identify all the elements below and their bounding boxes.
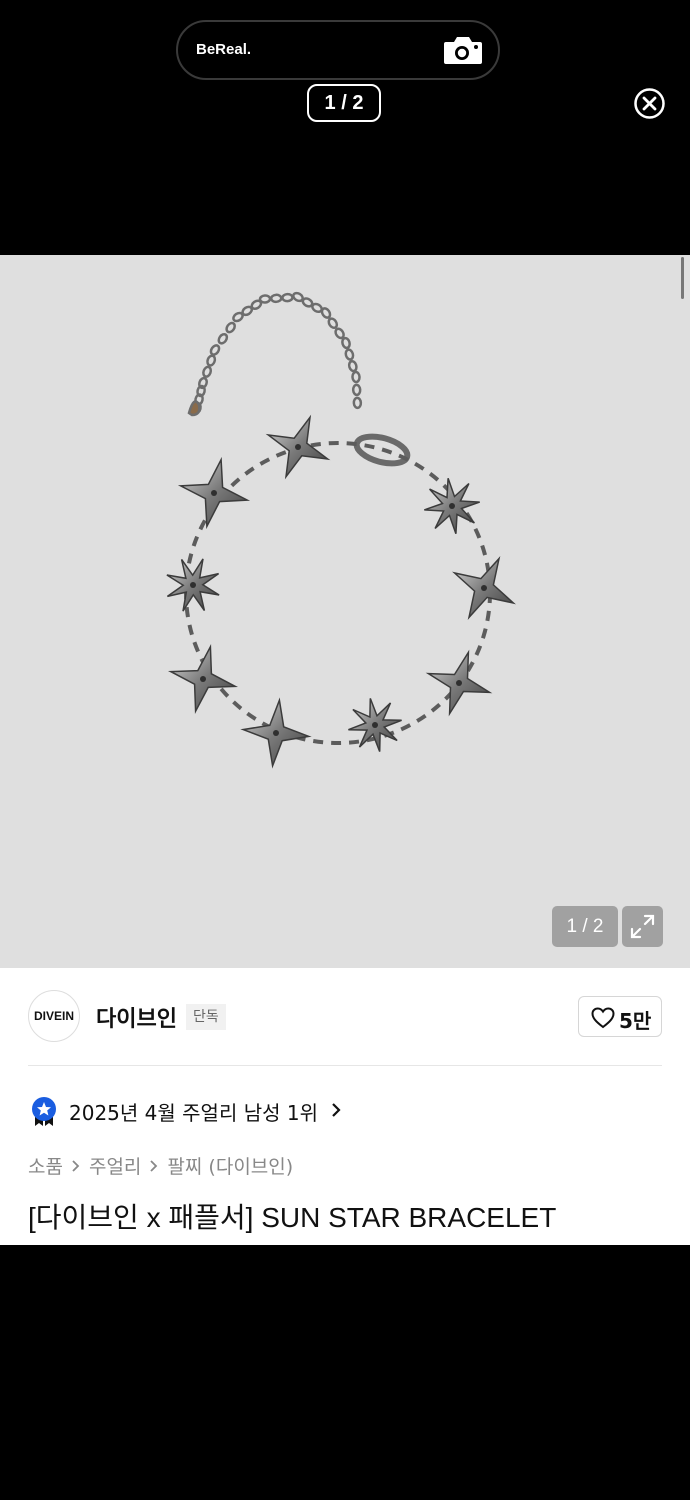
chain-link <box>347 359 358 373</box>
image-counter: 1 / 2 <box>552 906 618 947</box>
chain-link <box>344 348 355 361</box>
chain-link <box>341 336 351 350</box>
breadcrumb: 소품 주얼리 팔찌 (다이브인) <box>28 1152 293 1178</box>
chain-link <box>352 396 363 410</box>
chain-link <box>225 321 236 334</box>
camera-icon[interactable] <box>442 34 484 66</box>
close-icon[interactable] <box>633 87 666 120</box>
chain-link <box>281 292 294 303</box>
chain-link <box>206 354 217 367</box>
chevron-right-icon <box>150 1159 158 1172</box>
chain-link <box>320 307 332 319</box>
expand-button[interactable] <box>622 906 663 947</box>
chain-link <box>202 365 213 378</box>
star-center <box>372 722 378 728</box>
like-button[interactable]: 5만 <box>578 996 662 1037</box>
star-center <box>295 444 301 450</box>
star-center <box>211 490 217 496</box>
bereal-bar[interactable]: BeReal. <box>176 20 500 80</box>
chain-link <box>351 383 362 397</box>
star-center <box>190 582 196 588</box>
star-center <box>273 730 279 736</box>
star-center <box>456 680 462 686</box>
page-indicator: 1 / 2 <box>307 84 381 122</box>
ranking-text: 2025년 4월 주얼리 남성 1위 <box>69 1101 318 1125</box>
chain-link <box>209 344 221 356</box>
scroll-indicator <box>681 257 684 299</box>
brand-name[interactable]: 다이브인 <box>96 1001 177 1033</box>
bereal-logo: BeReal. <box>196 41 252 58</box>
ranking-badge-icon <box>32 1097 56 1126</box>
breadcrumb-item-category[interactable]: 소품 <box>28 1156 63 1178</box>
chain-link <box>327 317 339 330</box>
brand-logo[interactable]: DIVEIN <box>28 990 80 1042</box>
expand-icon <box>630 914 655 939</box>
star-center <box>200 676 206 682</box>
chain-link <box>351 370 361 384</box>
star-center <box>481 585 487 591</box>
chain-link <box>269 293 283 304</box>
exclusive-badge: 단독 <box>186 1004 226 1030</box>
breadcrumb-item-current[interactable]: 팔찌 (다이브인) <box>167 1156 293 1178</box>
chain-link <box>198 376 208 390</box>
chain-link <box>217 332 229 345</box>
heart-icon <box>591 1007 615 1029</box>
product-image[interactable]: 1 / 2 <box>0 255 690 968</box>
brand-row[interactable]: DIVEIN 다이브인 단독 5만 <box>0 968 690 1066</box>
bracelet-image <box>166 291 516 769</box>
chain-link <box>258 294 272 304</box>
bracelet-links <box>184 441 492 745</box>
breadcrumb-item-subcategory[interactable]: 주얼리 <box>89 1156 141 1178</box>
ranking-link[interactable]: 2025년 4월 주얼리 남성 1위 <box>28 1095 388 1127</box>
chain-drop <box>187 400 201 417</box>
product-title: [다이브인 x 패플서] SUN STAR BRACELET <box>28 1202 557 1233</box>
star-center <box>449 503 455 509</box>
chevron-right-icon <box>72 1159 80 1172</box>
like-count: 5만 <box>619 1009 652 1033</box>
product-screen: 1 / 2 DIVEIN 다이브인 단독 5만 2025년 4월 주얼리 남성 … <box>0 255 690 1245</box>
chevron-right-icon <box>332 1103 341 1117</box>
divider <box>28 1065 662 1066</box>
